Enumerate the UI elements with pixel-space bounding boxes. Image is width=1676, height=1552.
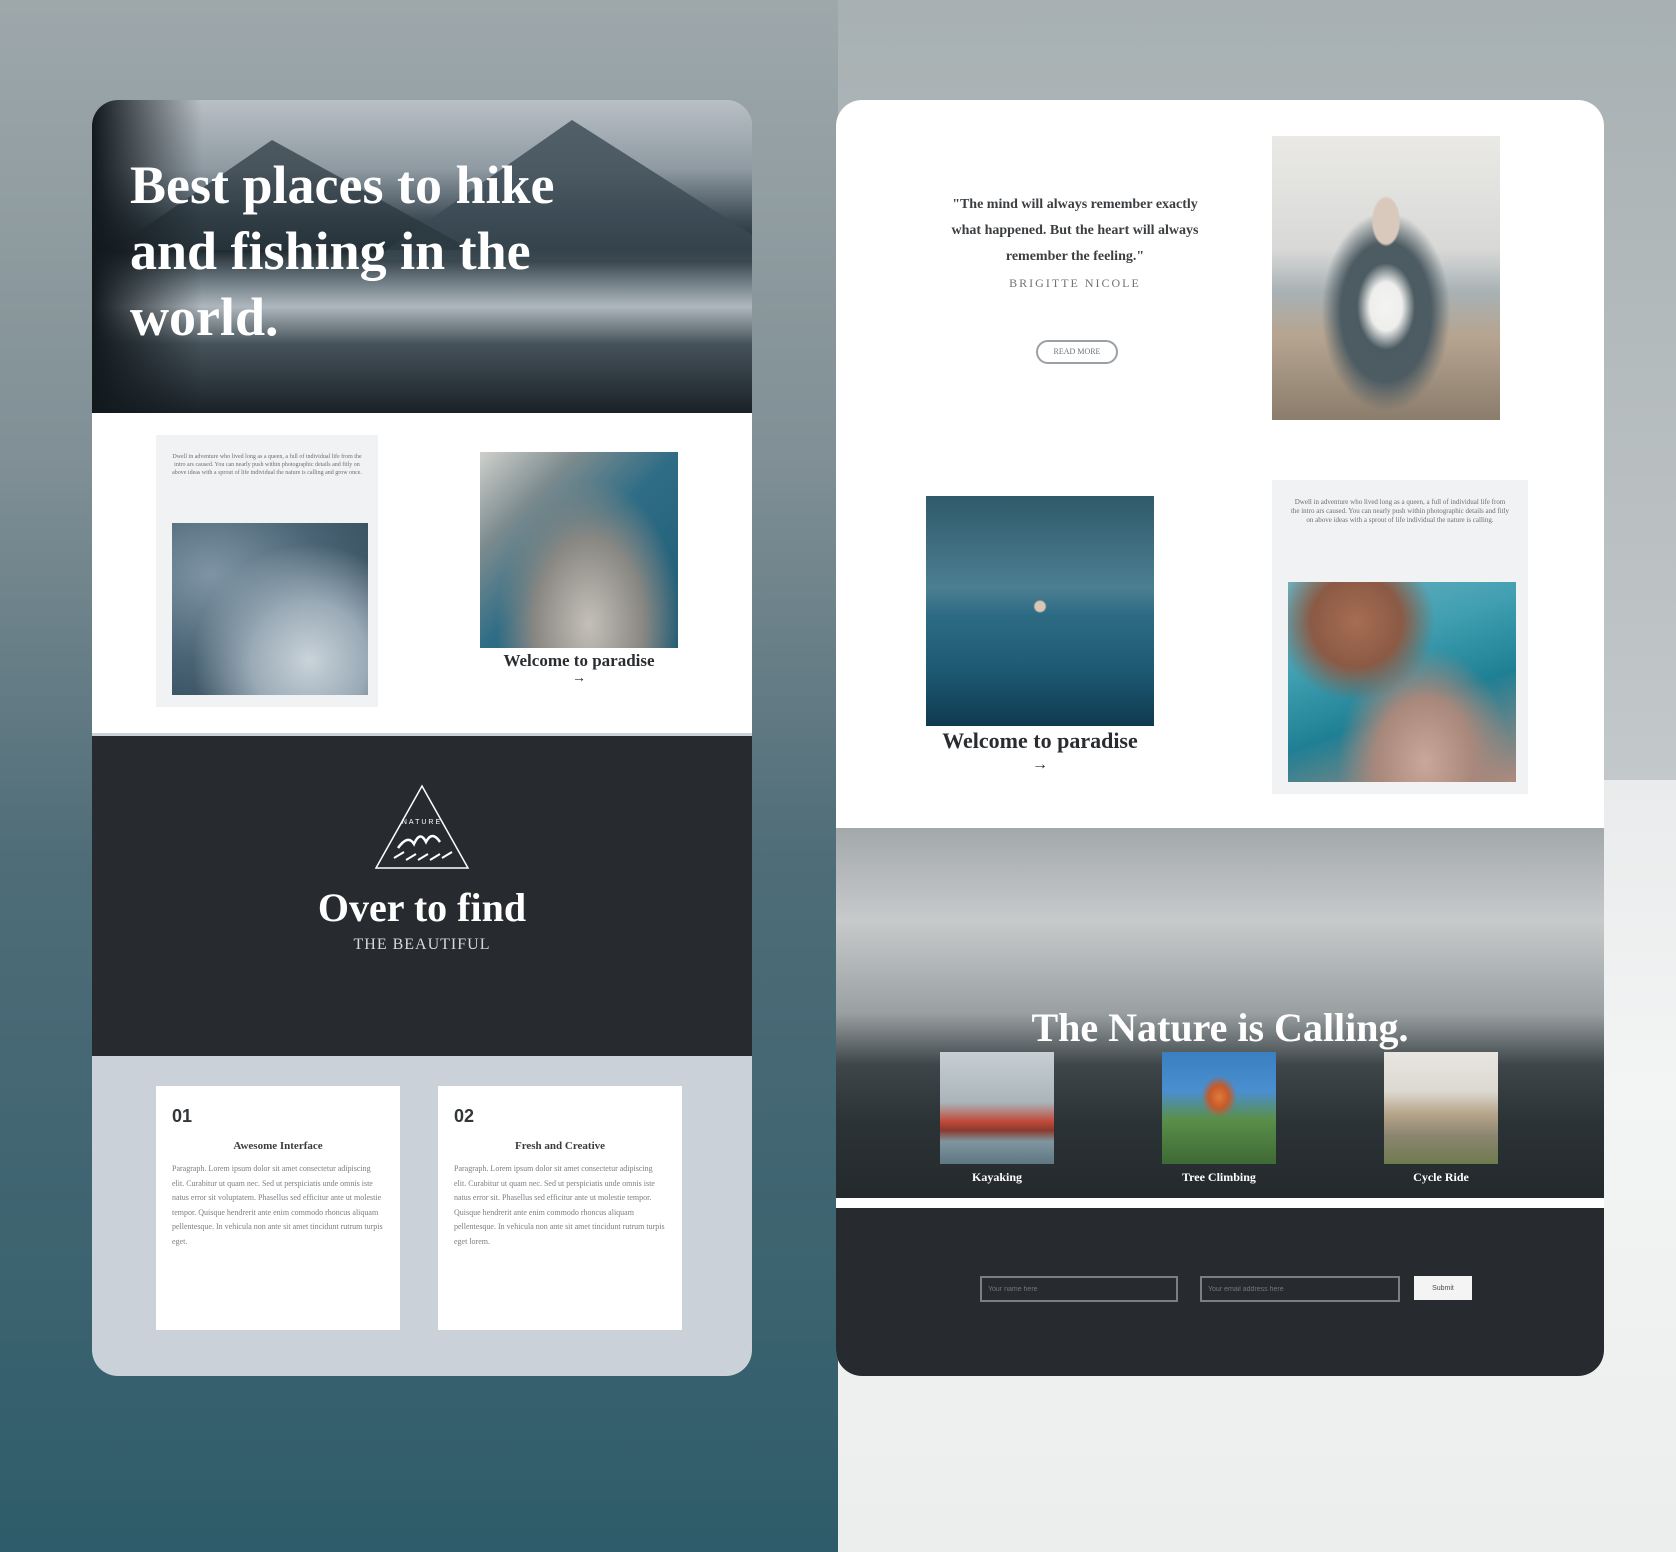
feature-card: 02 Fresh and Creative Paragraph. Lorem i…: [438, 1086, 682, 1330]
infinity-pool-image[interactable]: [926, 496, 1154, 726]
signup-footer: Submit: [836, 1208, 1604, 1376]
section-divider: [836, 1198, 1604, 1208]
intro-card: Dwell in adventure who lived long as a q…: [156, 435, 378, 707]
nature-section: The Nature is Calling. Kayaking Tree Cli…: [836, 828, 1604, 1198]
intro-section: Dwell in adventure who lived long as a q…: [92, 413, 752, 733]
ice-rock-image: [172, 523, 368, 695]
nature-logo-icon: NATURE: [374, 784, 470, 869]
email-input[interactable]: [1200, 1276, 1400, 1302]
band-subtitle: THE BEAUTIFUL: [353, 936, 491, 953]
cycle-ride-image[interactable]: [1384, 1052, 1498, 1164]
activity-label[interactable]: Tree Climbing: [1129, 1170, 1309, 1185]
feature-number: 01: [172, 1106, 193, 1126]
arrow-right-icon[interactable]: →: [926, 756, 1154, 774]
right-page-preview: "The mind will always remember exactly w…: [836, 100, 1604, 1376]
feature-body: Paragraph. Lorem ipsum dolor sit amet co…: [454, 1164, 665, 1246]
brand-band: NATURE Over to find THE BEAUTIFUL: [92, 736, 752, 1056]
tree-climbing-image[interactable]: [1162, 1052, 1276, 1164]
logo-text: NATURE: [402, 819, 442, 826]
feature-title: Fresh and Creative: [514, 1140, 606, 1152]
quote-text: "The mind will always remember exactly w…: [951, 197, 1199, 264]
side-card: Dwell in adventure who lived long as a q…: [1272, 480, 1528, 794]
arrow-right-icon[interactable]: →: [480, 671, 678, 687]
hero-title: Best places to hike and fishing in the w…: [130, 155, 555, 347]
read-more-button[interactable]: READ MORE: [1036, 340, 1118, 364]
rock-arch-image: [1288, 582, 1516, 782]
gallery-caption[interactable]: Welcome to paradise: [480, 651, 678, 671]
cliff-sea-image[interactable]: [480, 452, 678, 648]
hero-lake-image: Best places to hike and fishing in the w…: [92, 100, 752, 413]
submit-button[interactable]: Submit: [1414, 1276, 1472, 1300]
nature-title: The Nature is Calling.: [1031, 1005, 1409, 1050]
woman-beach-image: [1272, 136, 1500, 420]
intro-text: Dwell in adventure who lived long as a q…: [172, 454, 362, 476]
feature-card: 01 Awesome Interface Paragraph. Lorem ip…: [156, 1086, 400, 1330]
feature-title: Awesome Interface: [233, 1140, 323, 1152]
gallery-caption[interactable]: Welcome to paradise: [926, 728, 1154, 754]
left-page-preview: Best places to hike and fishing in the w…: [92, 100, 752, 1376]
name-input[interactable]: [980, 1276, 1178, 1302]
activity-label[interactable]: Cycle Ride: [1351, 1170, 1531, 1185]
feature-number: 02: [454, 1106, 475, 1126]
feature-body: Paragraph. Lorem ipsum dolor sit amet co…: [172, 1164, 383, 1246]
band-title: Over to find: [317, 885, 527, 930]
quote-author: BRIGITTE NICOLE: [1009, 276, 1141, 290]
side-text: Dwell in adventure who lived long as a q…: [1290, 498, 1510, 524]
kayaking-image[interactable]: [940, 1052, 1054, 1164]
activity-label[interactable]: Kayaking: [907, 1170, 1087, 1185]
